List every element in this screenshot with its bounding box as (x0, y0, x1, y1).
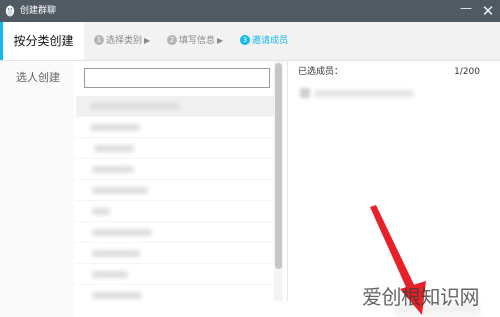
list-item[interactable] (76, 159, 274, 180)
step-label: 选择类别 (106, 36, 143, 46)
list-item[interactable] (76, 180, 274, 201)
list-item[interactable] (76, 96, 274, 117)
left-pane (0, 61, 74, 317)
select-people-label: 选人创建 (16, 71, 60, 84)
list-item[interactable] (76, 285, 274, 302)
window-title: 创建群聊 (20, 6, 57, 16)
list-item[interactable] (76, 138, 274, 159)
step-number: 1 (94, 35, 104, 45)
tab-create-by-category[interactable]: 按分类创建 (0, 22, 84, 60)
watermark-text: 爱创根知识网 (362, 285, 480, 309)
pane-divider (287, 61, 288, 301)
step-label: 填写信息 (179, 36, 216, 46)
list-item[interactable] (76, 222, 274, 243)
list-item[interactable] (76, 264, 274, 285)
list-item[interactable] (76, 201, 274, 222)
selected-members-count: 1/200 (454, 67, 480, 77)
qq-penguin-icon (5, 5, 15, 17)
chevron-right-icon: ▶ (144, 36, 151, 45)
list-item[interactable] (76, 243, 274, 264)
step-2: 2 填写信息 ▶ (167, 34, 223, 48)
step-number: 3 (240, 35, 250, 45)
minimize-button[interactable]: — (455, 0, 477, 22)
close-button[interactable]: ✕ (477, 0, 499, 22)
search-input[interactable] (84, 68, 270, 88)
scrollbar-thumb[interactable] (275, 63, 282, 269)
step-1: 1 选择类别 ▶ (94, 34, 150, 48)
selected-member-item[interactable] (300, 88, 420, 98)
step-3: 3 邀请成员 (240, 34, 288, 48)
selected-members-label: 已选成员： (298, 67, 344, 77)
step-label: 邀请成员 (252, 36, 289, 46)
chevron-right-icon: ▶ (217, 36, 224, 45)
title-bar: 创建群聊 — ✕ (0, 0, 500, 22)
step-bar: 按分类创建 1 选择类别 ▶ 2 填写信息 ▶ 3 邀请成员 (0, 22, 500, 61)
step-number: 2 (167, 35, 177, 45)
list-item[interactable] (76, 117, 274, 138)
contact-list (76, 96, 274, 302)
